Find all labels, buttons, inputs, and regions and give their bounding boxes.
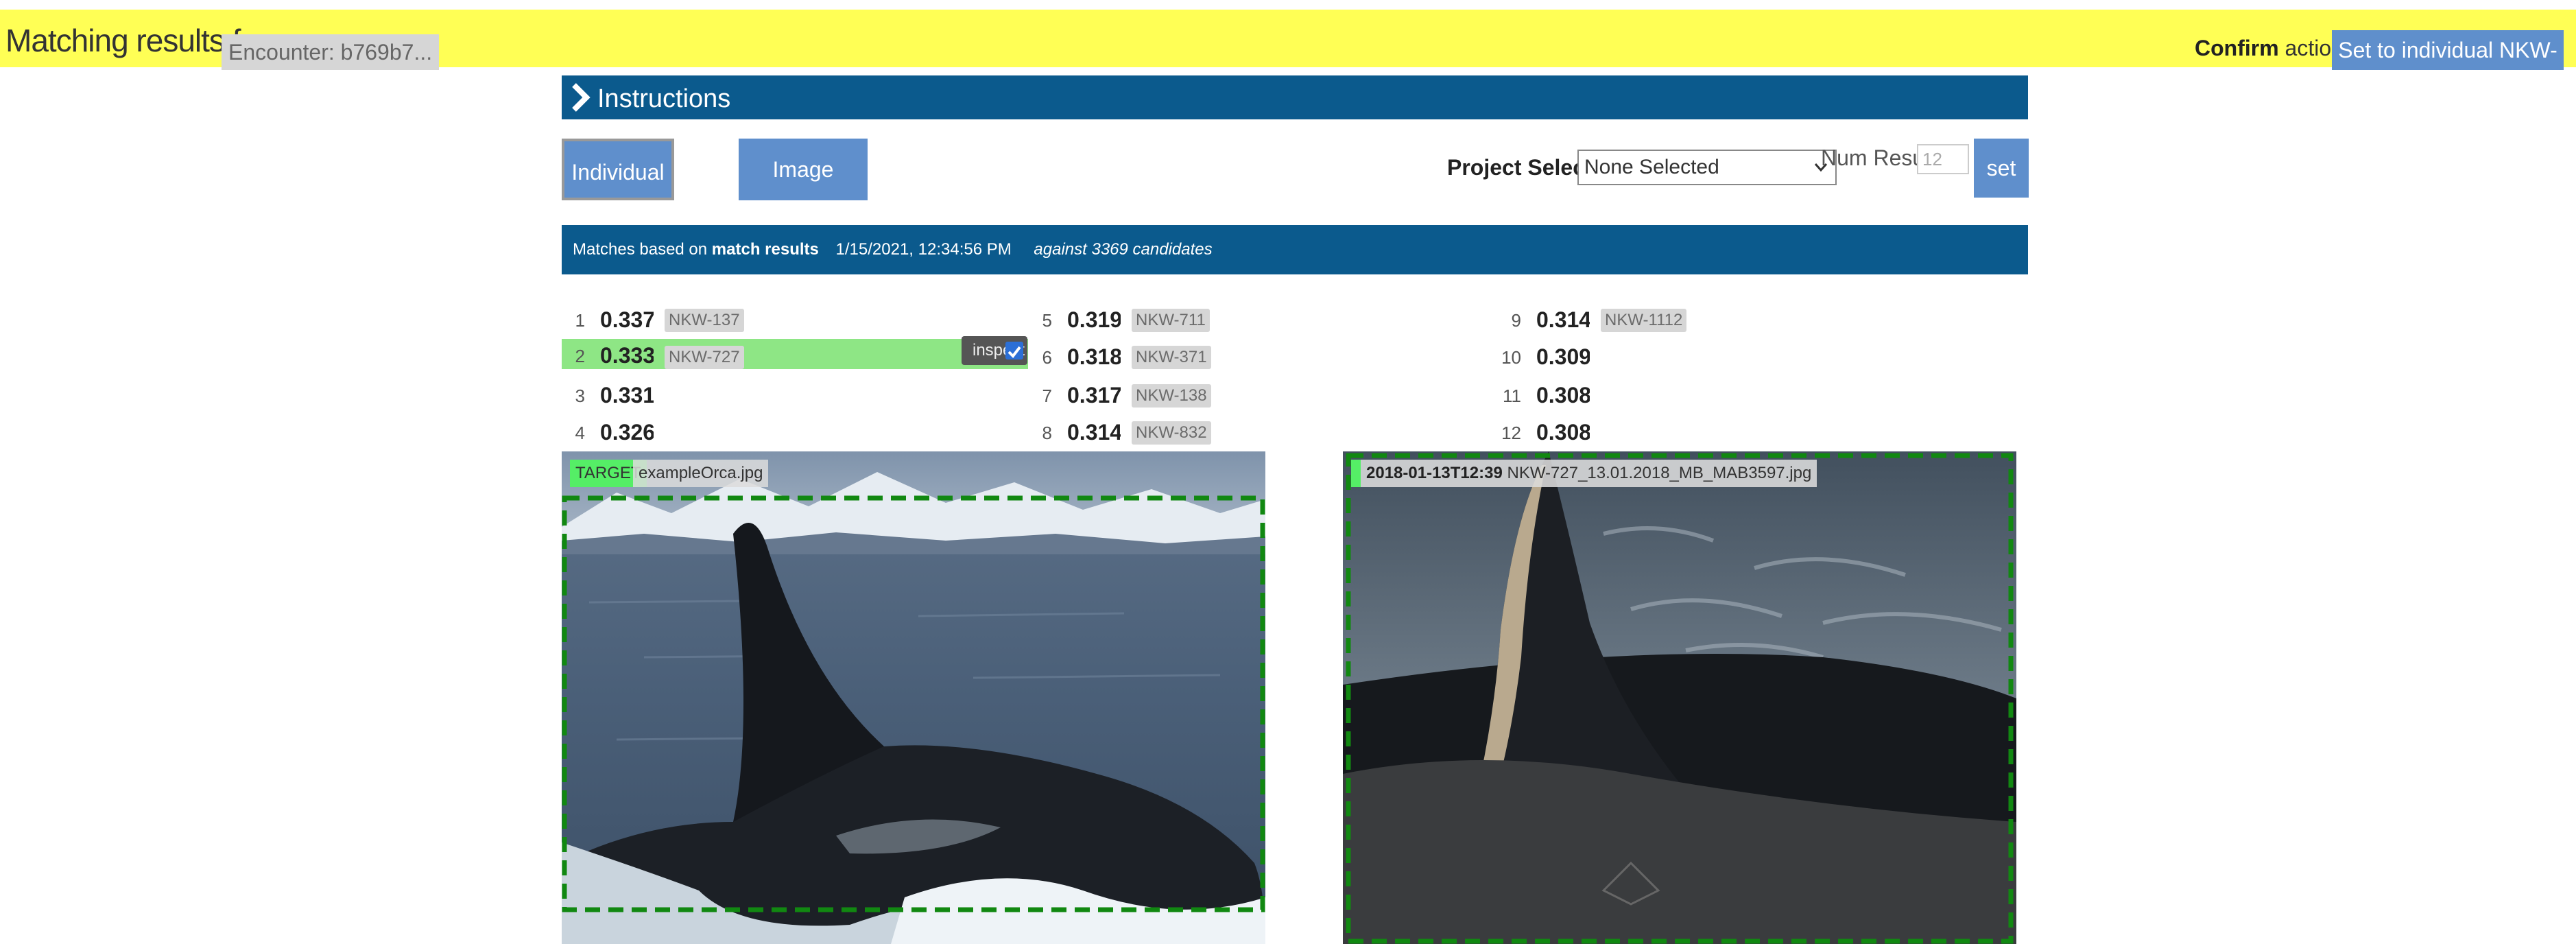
individual-tag[interactable]: NKW-711 bbox=[1132, 309, 1210, 332]
match-timestamp: 1/15/2021, 12:34:56 PM bbox=[835, 240, 1012, 259]
result-row[interactable]: 4 0.3264 bbox=[562, 416, 1028, 446]
target-image-panel[interactable]: TARGET exampleOrca.jpg bbox=[562, 451, 1265, 944]
individual-tag[interactable]: NKW-371 bbox=[1132, 346, 1211, 369]
image-scores-button[interactable]: Image Scores bbox=[739, 139, 868, 244]
result-rank: 4 bbox=[575, 423, 585, 443]
result-row[interactable]: 9 0.3140 NKW-1112 bbox=[1498, 303, 1964, 333]
match-method: match results bbox=[711, 240, 819, 259]
result-rank: 5 bbox=[1042, 310, 1052, 331]
result-row[interactable]: 10 0.3099 bbox=[1498, 340, 1964, 370]
result-rank: 11 bbox=[1503, 386, 1521, 406]
header-bar: Matching results for Encounter: b769b7..… bbox=[0, 10, 2576, 102]
result-score: 0.3335 bbox=[600, 343, 654, 368]
checkbox-checked-icon[interactable] bbox=[1005, 342, 1023, 359]
result-score: 0.3145 bbox=[1067, 420, 1121, 445]
result-row[interactable]: 7 0.3174 NKW-138 bbox=[1029, 379, 1495, 409]
set-individual-button[interactable]: Set to individual NKW-727 bbox=[2332, 30, 2564, 102]
result-row[interactable]: 12 0.3081 bbox=[1498, 416, 1964, 446]
result-row-selected[interactable]: 2 0.3335 NKW-727 bbox=[562, 339, 1028, 369]
result-rank: 2 bbox=[575, 346, 585, 366]
result-rank: 12 bbox=[1501, 423, 1521, 443]
encounter-chip[interactable]: Encounter: b769b7... bbox=[222, 34, 440, 70]
individual-tag[interactable]: NKW-137 bbox=[665, 309, 744, 332]
candidate-image-panel[interactable]: 2018-01-13T12:39 NKW-727_13.01.2018_MB_M… bbox=[1343, 451, 2016, 944]
individual-tag[interactable]: NKW-1112 bbox=[1601, 309, 1687, 332]
match-candidates: against 3369 candidates bbox=[1034, 240, 1213, 259]
result-score: 0.3174 bbox=[1067, 383, 1121, 408]
result-rank: 8 bbox=[1042, 423, 1052, 443]
result-row[interactable]: 8 0.3145 NKW-832 bbox=[1029, 416, 1495, 446]
match-info-bar: Matches based on match results 1/15/2021… bbox=[562, 225, 2028, 274]
result-row[interactable]: 11 0.3088 bbox=[1498, 379, 1964, 409]
individual-tag[interactable]: NKW-138 bbox=[1132, 384, 1211, 408]
instructions-label: Instructions bbox=[597, 84, 731, 113]
result-rank: 1 bbox=[575, 310, 585, 331]
result-score: 0.3376 bbox=[600, 307, 654, 332]
result-score: 0.3196 bbox=[1067, 307, 1121, 332]
result-rank: 9 bbox=[1511, 310, 1521, 331]
result-rank: 10 bbox=[1501, 347, 1521, 368]
set-button[interactable]: set bbox=[1974, 139, 2029, 198]
result-row[interactable]: 1 0.3376 NKW-137 bbox=[562, 303, 1028, 333]
result-row[interactable]: 6 0.3180 NKW-371 bbox=[1029, 340, 1495, 370]
result-score: 0.3088 bbox=[1536, 383, 1590, 408]
result-rank: 6 bbox=[1042, 347, 1052, 368]
candidate-caption: 2018-01-13T12:39 NKW-727_13.01.2018_MB_M… bbox=[1351, 460, 1817, 487]
result-score: 0.3081 bbox=[1536, 420, 1590, 445]
result-rank: 7 bbox=[1042, 386, 1052, 406]
result-rank: 3 bbox=[575, 386, 585, 406]
result-score: 0.3099 bbox=[1536, 344, 1590, 369]
result-score: 0.3264 bbox=[600, 420, 654, 445]
result-score: 0.3140 bbox=[1536, 307, 1590, 332]
confirm-action-text: Confirm action: bbox=[2195, 36, 2350, 61]
instructions-toggle[interactable]: Instructions bbox=[562, 75, 2028, 119]
match-prefix: Matches based on bbox=[573, 240, 708, 259]
candidate-filename: NKW-727_13.01.2018_MB_MAB3597.jpg bbox=[1507, 464, 1812, 482]
candidate-orca-image bbox=[1343, 451, 2016, 944]
candidate-color-marker bbox=[1351, 460, 1361, 487]
individual-scores-button[interactable]: Individual Scores bbox=[562, 139, 674, 246]
candidate-date: 2018-01-13T12:39 bbox=[1366, 464, 1503, 482]
result-score: 0.3180 bbox=[1067, 344, 1121, 369]
project-select[interactable]: None Selected bbox=[1577, 150, 1837, 185]
target-orca-image bbox=[562, 451, 1265, 944]
chevron-right-icon bbox=[572, 83, 591, 112]
target-filename: exampleOrca.jpg bbox=[633, 460, 769, 487]
inspect-button[interactable]: inspect bbox=[962, 336, 1027, 365]
result-row[interactable]: 5 0.3196 NKW-711 bbox=[1029, 303, 1495, 333]
num-results-input[interactable]: 12 bbox=[1917, 144, 1969, 174]
result-score: 0.3315 bbox=[600, 383, 654, 408]
project-select-value: None Selected bbox=[1584, 156, 1719, 178]
individual-tag[interactable]: NKW-727 bbox=[665, 346, 744, 369]
result-row[interactable]: 3 0.3315 bbox=[562, 379, 1028, 409]
individual-tag[interactable]: NKW-832 bbox=[1132, 421, 1211, 445]
confirm-bold: Confirm bbox=[2195, 36, 2279, 60]
